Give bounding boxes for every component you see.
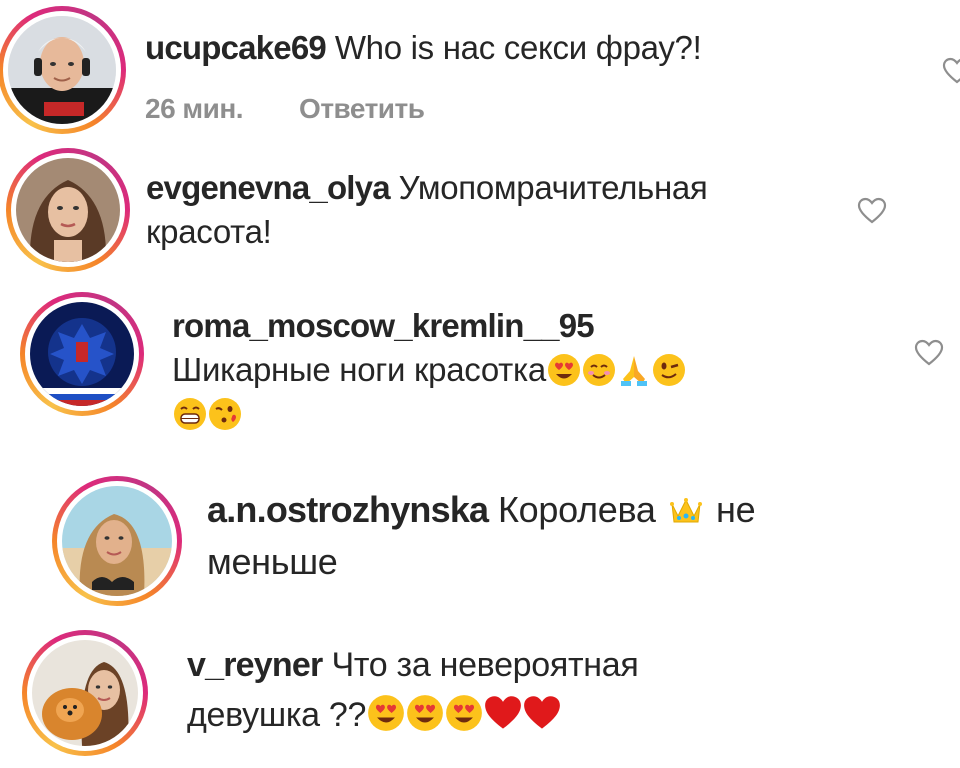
comments-screen: ucupcake69 Who is нас секси фрау?! 26 ми… xyxy=(0,0,960,768)
avatar[interactable] xyxy=(22,630,148,756)
heart-eyes-emoji-icon xyxy=(446,695,483,731)
user-photo xyxy=(32,640,138,746)
heart-eyes-emoji-icon xyxy=(407,695,444,731)
red-heart-emoji-icon xyxy=(524,696,561,729)
heart-eyes-emoji-icon xyxy=(368,695,405,731)
comment-text: Что за невероятная xyxy=(331,646,639,684)
comment-username[interactable]: v_reyner xyxy=(187,646,323,684)
comment-item: v_reyner Что за невероятная девушка ?? xyxy=(0,0,960,768)
red-heart-emoji-icon xyxy=(485,696,522,729)
comment-text-continued: девушка ?? xyxy=(187,696,367,734)
